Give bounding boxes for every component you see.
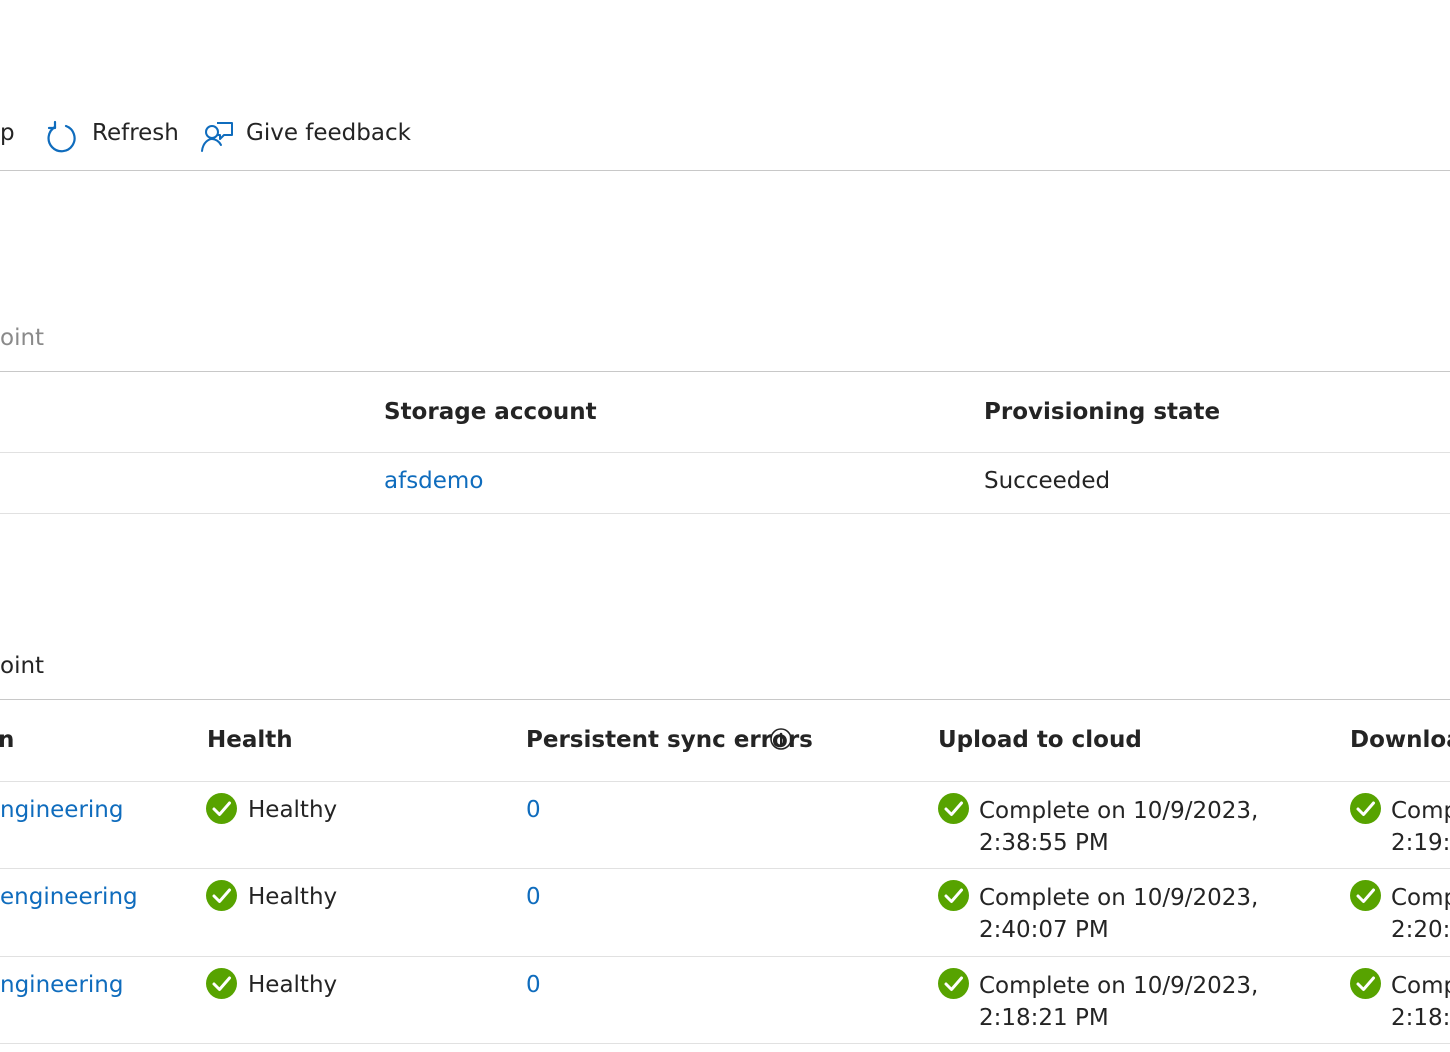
column-header-persistent-sync-errors-wrap: Persistent sync errors	[526, 727, 813, 753]
server-endpoint-link[interactable]: ngineering	[0, 797, 123, 823]
column-header-health: Health	[207, 727, 293, 753]
upload-status: Complete on 10/9/2023, 2:18:21 PM	[979, 973, 1259, 1031]
health-status: Healthy	[248, 797, 338, 823]
provisioning-state-value: Succeeded	[984, 468, 1111, 494]
upload-status: Complete on 10/9/2023, 2:38:55 PM	[979, 798, 1259, 856]
cloud-header-divider	[0, 452, 1450, 453]
row-divider	[0, 956, 1450, 957]
health-status: Healthy	[248, 884, 338, 910]
cloud-heading-divider	[0, 371, 1450, 372]
server-header-divider	[0, 781, 1450, 782]
toolbar-divider	[0, 170, 1450, 171]
server-endpoint-heading: oint	[0, 653, 45, 679]
give-feedback-label: Give feedback	[246, 120, 411, 146]
refresh-icon	[47, 120, 76, 153]
upload-status: Complete on 10/9/2023, 2:40:07 PM	[979, 885, 1259, 943]
column-header-download: Downloac	[1350, 727, 1450, 753]
sync-errors-count[interactable]: 0	[526, 797, 541, 823]
row-divider	[0, 868, 1450, 869]
success-check-icon	[206, 793, 237, 824]
server-heading-divider	[0, 699, 1450, 700]
column-header-storage-account: Storage account	[384, 399, 597, 425]
sync-errors-count[interactable]: 0	[526, 972, 541, 998]
storage-account-link[interactable]: afsdemo	[384, 468, 483, 494]
success-check-icon	[938, 968, 969, 999]
success-check-icon	[1350, 880, 1381, 911]
column-header-provisioning-state: Provisioning state	[984, 399, 1221, 425]
feedback-icon	[201, 122, 233, 152]
success-check-icon	[1350, 793, 1381, 824]
health-status: Healthy	[248, 972, 338, 998]
download-status: Comp 2:19:5	[1391, 798, 1450, 856]
download-status: Comp 2:18:5	[1391, 973, 1450, 1031]
success-check-icon	[938, 880, 969, 911]
download-status: Comp 2:20:0	[1391, 885, 1450, 943]
server-endpoint-link[interactable]: ngineering	[0, 972, 123, 998]
success-check-icon	[938, 793, 969, 824]
row-divider	[0, 1043, 1450, 1044]
refresh-label: Refresh	[92, 120, 179, 146]
success-check-icon	[206, 880, 237, 911]
toolbar-partial-button-label[interactable]: p	[0, 120, 15, 146]
success-check-icon	[1350, 968, 1381, 999]
success-check-icon	[206, 968, 237, 999]
cloud-row-divider	[0, 513, 1450, 514]
cloud-endpoint-heading: oint	[0, 325, 45, 351]
column-header-name: n	[0, 727, 15, 753]
sync-errors-count[interactable]: 0	[526, 884, 541, 910]
info-icon[interactable]	[769, 727, 793, 751]
server-endpoint-link[interactable]: engineering	[0, 884, 138, 910]
column-header-upload-to-cloud: Upload to cloud	[938, 727, 1142, 753]
